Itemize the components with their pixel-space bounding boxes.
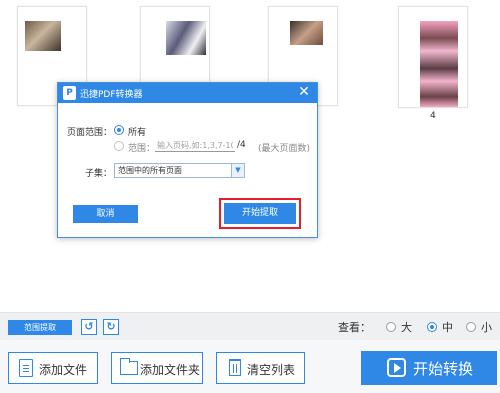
view-option-large: 大 <box>401 321 412 334</box>
view-radio-small[interactable] <box>466 322 476 332</box>
app-logo-icon: P <box>63 86 76 100</box>
total-pages: /4 <box>237 140 246 150</box>
subset-label: 子集： <box>85 169 113 179</box>
page-1-preview <box>25 21 61 51</box>
subset-value: 范围中的所有页面 <box>118 166 182 175</box>
add-folder-label: 添加文件夹 <box>140 363 201 377</box>
view-radio-large[interactable] <box>386 322 396 332</box>
page-range-label: 页面范围： <box>67 128 113 138</box>
page-number: 4 <box>430 111 436 121</box>
start-convert-button[interactable]: 开始转换 <box>361 351 497 385</box>
rotate-right-icon[interactable]: ↻ <box>103 319 119 335</box>
file-icon <box>19 359 33 377</box>
page-3-preview <box>290 21 323 45</box>
add-folder-button[interactable]: 添加文件夹 <box>111 352 203 384</box>
radio-all[interactable] <box>114 125 124 135</box>
trash-icon <box>229 359 241 376</box>
radio-range[interactable] <box>114 141 124 151</box>
highlight-box <box>219 198 301 229</box>
subset-select[interactable]: 范围中的所有页面 ▼ <box>114 163 245 178</box>
view-option-small: 小 <box>481 321 492 334</box>
clear-list-button[interactable]: 清空列表 <box>216 352 305 384</box>
page-4-preview <box>420 21 458 107</box>
radio-range-label: 范围： <box>128 144 156 154</box>
play-icon <box>387 358 406 377</box>
folder-icon <box>120 358 138 375</box>
view-label: 查看： <box>338 321 371 334</box>
toolbar: 范围提取 ↺ ↻ 查看： 大 中 小 <box>0 312 500 340</box>
clear-list-label: 清空列表 <box>247 363 296 377</box>
view-option-medium: 中 <box>442 321 453 334</box>
close-icon[interactable]: ✕ <box>297 85 311 100</box>
rotate-left-icon[interactable]: ↺ <box>81 319 97 335</box>
bottom-bar: 添加文件 添加文件夹 清空列表 开始转换 <box>0 340 500 393</box>
start-convert-label: 开始转换 <box>413 360 474 378</box>
view-radio-medium[interactable] <box>427 322 437 332</box>
range-input[interactable] <box>155 139 235 152</box>
chevron-down-icon: ▼ <box>231 164 244 177</box>
dialog-title: 迅捷PDF转换器 <box>80 90 143 100</box>
page-thumbnail[interactable] <box>398 6 468 108</box>
page-2-preview <box>166 21 206 55</box>
range-extract-button[interactable]: 范围提取 <box>8 320 72 335</box>
max-pages-note: (最大页面数) <box>258 144 311 154</box>
add-file-button[interactable]: 添加文件 <box>8 352 98 384</box>
add-file-label: 添加文件 <box>39 363 88 377</box>
dialog-title-bar[interactable]: P 迅捷PDF转换器 ✕ <box>58 83 317 103</box>
radio-all-label: 所有 <box>128 128 147 138</box>
cancel-button[interactable]: 取消 <box>73 205 138 223</box>
